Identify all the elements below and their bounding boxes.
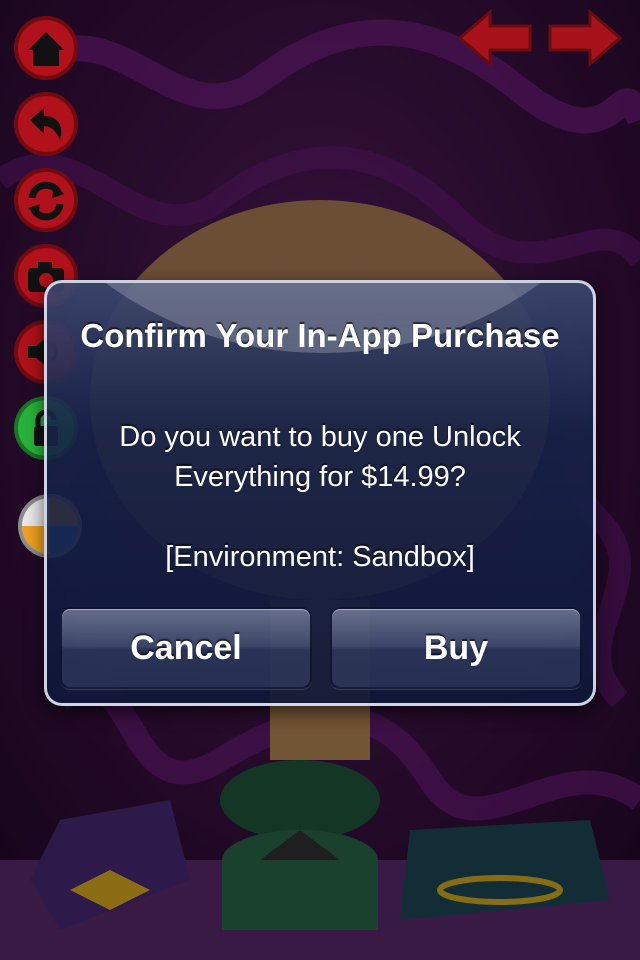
home-icon xyxy=(28,32,64,66)
purchase-confirmation-dialog: Confirm Your In-App Purchase Do you want… xyxy=(44,280,596,706)
previous-button[interactable] xyxy=(456,8,534,73)
cancel-button[interactable]: Cancel xyxy=(60,607,312,689)
buy-button[interactable]: Buy xyxy=(330,607,582,689)
arrow-right-icon xyxy=(548,8,623,68)
dialog-message: Do you want to buy one Unlock Everything… xyxy=(119,421,521,493)
environment-label: [Environment: Sandbox] xyxy=(165,541,475,573)
next-button[interactable] xyxy=(544,8,624,73)
reset-button[interactable] xyxy=(14,168,78,232)
undo-button[interactable] xyxy=(14,92,78,156)
dialog-title: Confirm Your In-App Purchase xyxy=(80,317,560,354)
home-button[interactable] xyxy=(14,16,78,80)
undo-icon xyxy=(30,108,62,140)
arrow-left-icon xyxy=(457,8,532,68)
refresh-icon xyxy=(28,181,64,221)
